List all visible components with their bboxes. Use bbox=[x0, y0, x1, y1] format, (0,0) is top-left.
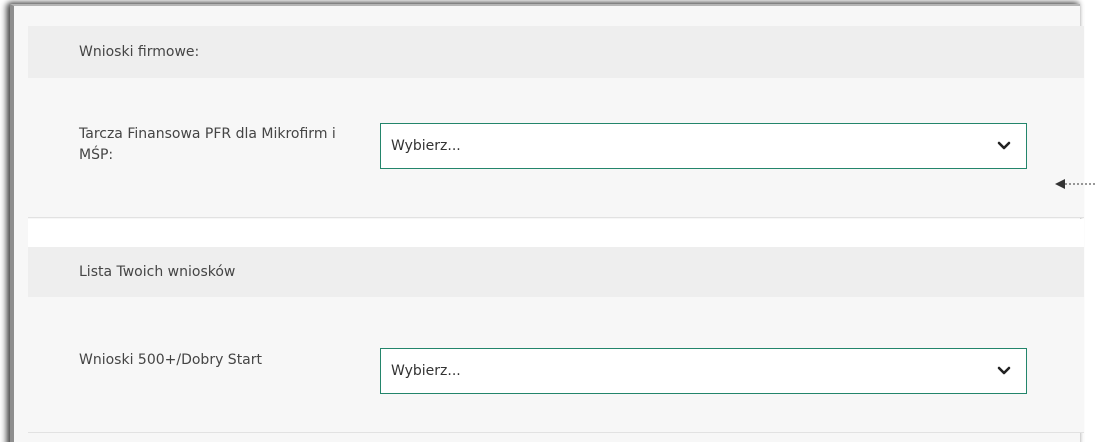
section-gap bbox=[28, 219, 1084, 247]
section-title: Wnioski firmowe: bbox=[79, 44, 200, 60]
select-value: Wybierz... bbox=[391, 138, 461, 154]
screenshot-stage: Wnioski firmowe: Tarcza Finansowa PFR dl… bbox=[0, 0, 1095, 442]
500-plus-select[interactable]: Wybierz... bbox=[380, 348, 1027, 394]
section-header-company-applications: Wnioski firmowe: bbox=[28, 26, 1084, 78]
section-body-your-applications: Wnioski 500+/Dobry Start Wybierz... bbox=[28, 297, 1084, 433]
chevron-down-icon bbox=[996, 138, 1012, 154]
select-value: Wybierz... bbox=[391, 363, 461, 379]
section-title: Lista Twoich wniosków bbox=[79, 264, 236, 280]
field-label-500-plus: Wnioski 500+/Dobry Start bbox=[79, 352, 263, 368]
pfr-shield-select[interactable]: Wybierz... bbox=[380, 123, 1027, 169]
chevron-down-icon bbox=[996, 363, 1012, 379]
section-header-your-applications: Lista Twoich wniosków bbox=[28, 247, 1084, 297]
field-label-pfr-shield: Tarcza Finansowa PFR dla Mikrofirm i MŚP… bbox=[79, 126, 336, 163]
arrow-left-icon bbox=[1055, 179, 1095, 189]
applications-panel: Wnioski firmowe: Tarcza Finansowa PFR dl… bbox=[10, 4, 1084, 442]
section-body-company-applications: Tarcza Finansowa PFR dla Mikrofirm i MŚP… bbox=[28, 78, 1084, 218]
